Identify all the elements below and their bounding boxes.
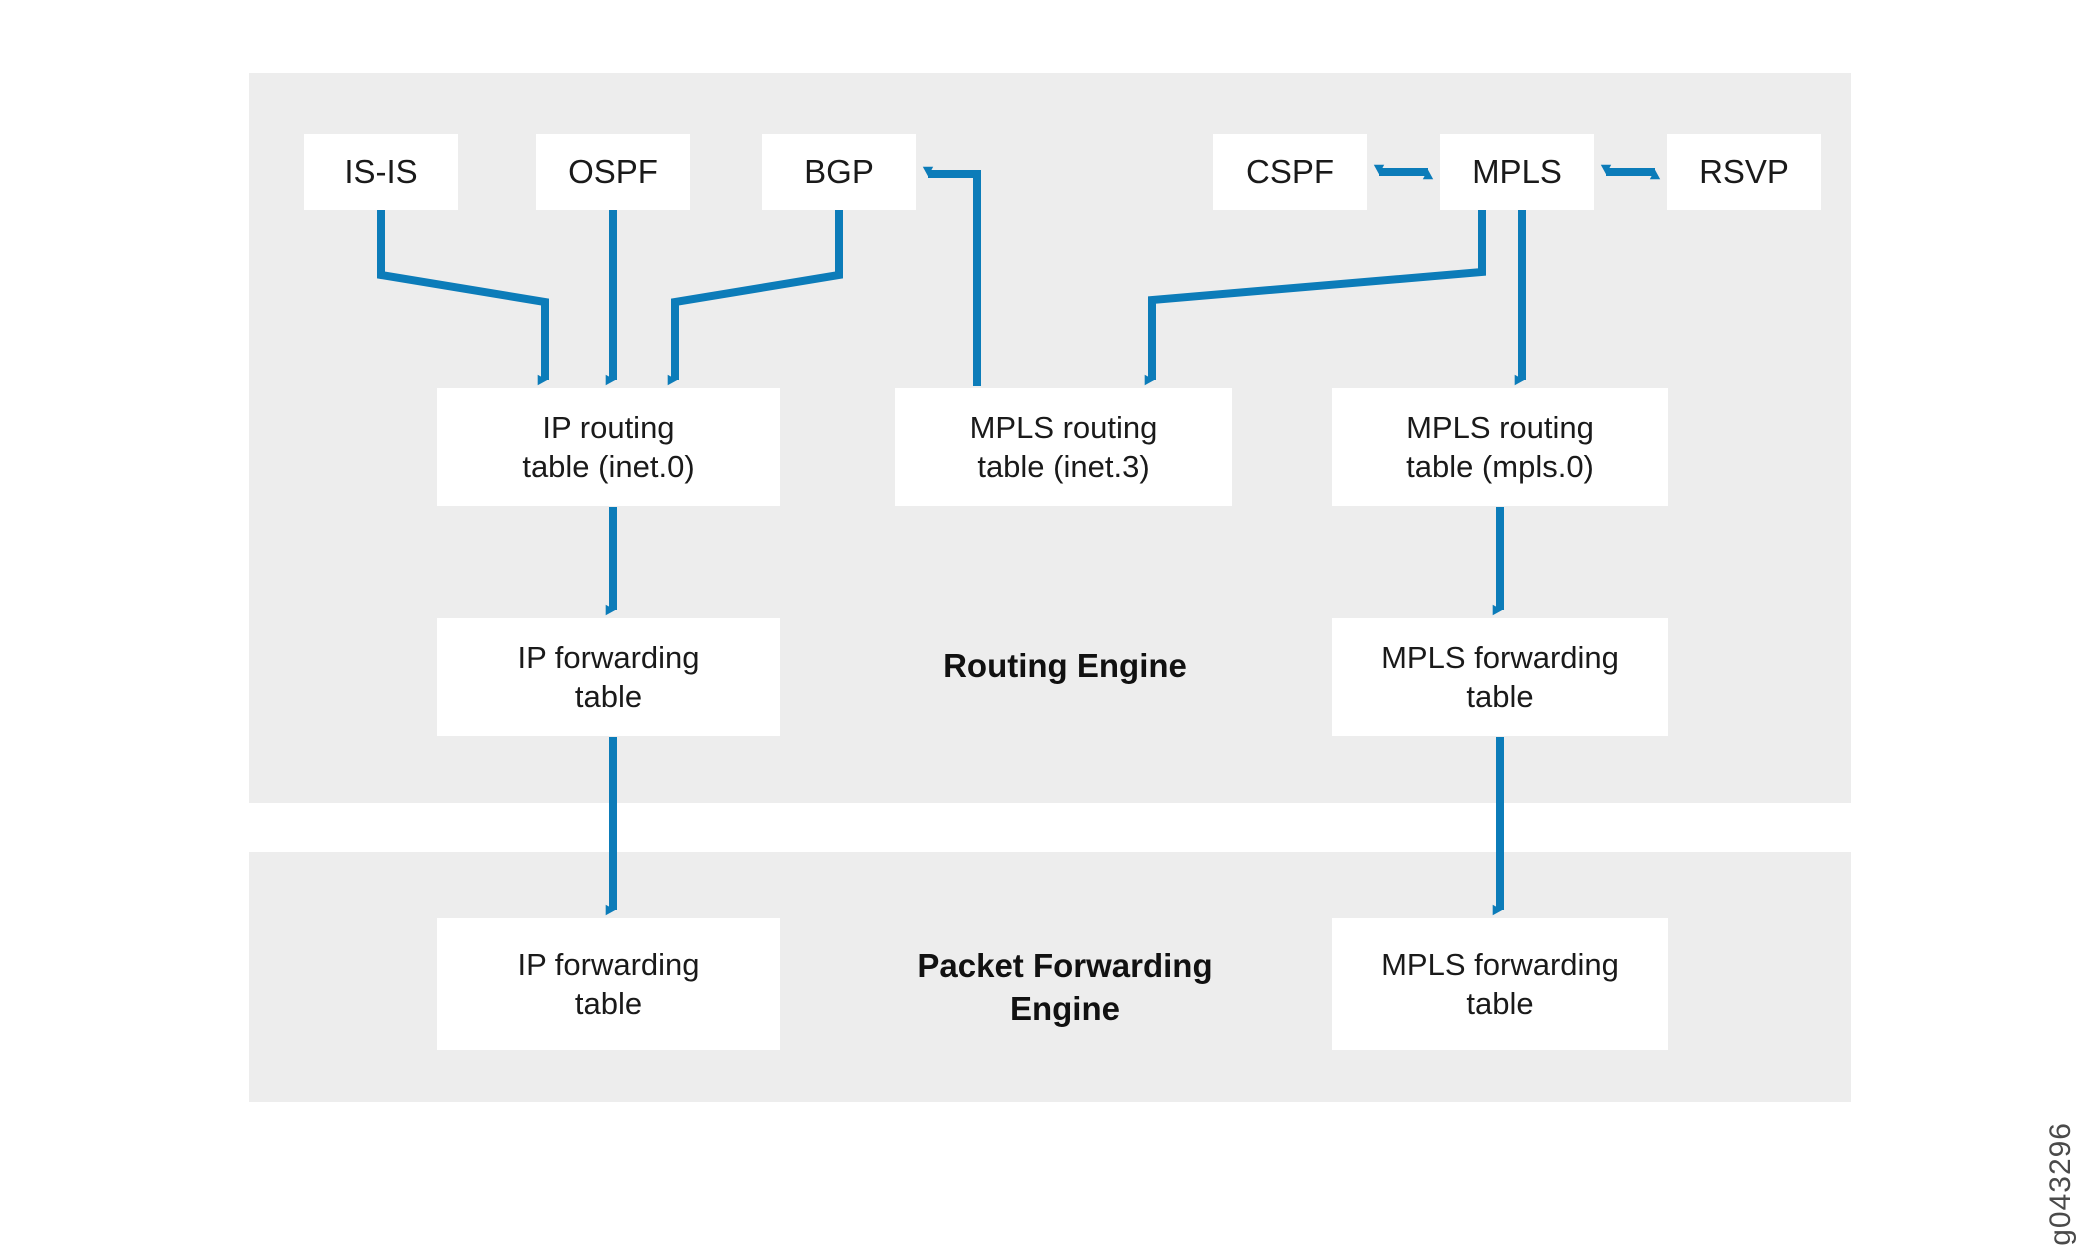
node-isis-label: IS-IS bbox=[344, 153, 418, 191]
routing-engine-label: Routing Engine bbox=[880, 645, 1250, 688]
node-isis[interactable]: IS-IS bbox=[304, 134, 458, 210]
node-rsvp[interactable]: RSVP bbox=[1667, 134, 1821, 210]
node-bgp-label: BGP bbox=[804, 153, 874, 191]
node-mpls-fwd-re-line1: MPLS forwarding bbox=[1381, 639, 1619, 675]
pfe-label-line2: Engine bbox=[1009, 989, 1120, 1027]
node-mpls-fwd-re-text: MPLS forwarding table bbox=[1381, 638, 1619, 716]
node-ip-forwarding-table-pfe[interactable]: IP forwarding table bbox=[437, 918, 780, 1050]
node-ospf-label: OSPF bbox=[568, 153, 658, 191]
node-mpls-routing-table-mpls0[interactable]: MPLS routing table (mpls.0) bbox=[1332, 388, 1668, 506]
connector-inet3-mpls bbox=[1144, 194, 1490, 386]
connector-inet0-isis bbox=[377, 194, 549, 386]
node-inet0-line1: IP routing bbox=[542, 409, 675, 445]
node-mpls-routing-table-inet3[interactable]: MPLS routing table (inet.3) bbox=[895, 388, 1232, 506]
node-mpls-fwd-pfe-line2: table bbox=[1466, 986, 1534, 1021]
figure-id-text: g043296 bbox=[2044, 1122, 2077, 1246]
node-mpls0-line2: table (mpls.0) bbox=[1406, 449, 1594, 484]
node-mpls-forwarding-table-pfe[interactable]: MPLS forwarding table bbox=[1332, 918, 1668, 1050]
node-ip-fwd-re-line2: table bbox=[574, 679, 643, 714]
node-bgp[interactable]: BGP bbox=[762, 134, 916, 210]
pfe-label-line1: Packet Forwarding bbox=[917, 947, 1213, 984]
node-inet0-text: IP routing table (inet.0) bbox=[522, 408, 694, 486]
node-ip-fwd-re-line1: IP forwarding bbox=[517, 639, 700, 675]
node-cspf[interactable]: CSPF bbox=[1213, 134, 1367, 210]
packet-forwarding-engine-label: Packet Forwarding Engine bbox=[862, 945, 1268, 1031]
node-mpls0-line1: MPLS routing bbox=[1406, 409, 1594, 445]
connector-inet0-bgp bbox=[667, 194, 847, 386]
node-ip-fwd-pfe-text: IP forwarding table bbox=[517, 945, 699, 1023]
node-mpls-forwarding-table-re[interactable]: MPLS forwarding table bbox=[1332, 618, 1668, 736]
node-ospf[interactable]: OSPF bbox=[536, 134, 690, 210]
figure-id-label: g043296 bbox=[2044, 1122, 2078, 1246]
node-inet3-line2: table (inet.3) bbox=[977, 449, 1150, 484]
node-rsvp-label: RSVP bbox=[1699, 153, 1789, 191]
diagram-canvas: IS-IS OSPF BGP CSPF MPLS RSVP IP routing… bbox=[0, 0, 2100, 1246]
node-mpls-fwd-re-line2: table bbox=[1466, 679, 1534, 714]
node-mpls0-text: MPLS routing table (mpls.0) bbox=[1406, 408, 1594, 486]
node-mpls-fwd-pfe-line1: MPLS forwarding bbox=[1381, 946, 1619, 982]
connector-inet3-bgp bbox=[922, 166, 981, 386]
node-mpls-fwd-pfe-text: MPLS forwarding table bbox=[1381, 945, 1619, 1023]
node-ip-routing-table-inet0[interactable]: IP routing table (inet.0) bbox=[437, 388, 780, 506]
node-ip-fwd-re-text: IP forwarding table bbox=[517, 638, 699, 716]
node-inet3-line1: MPLS routing bbox=[969, 409, 1158, 445]
node-mpls[interactable]: MPLS bbox=[1440, 134, 1594, 210]
node-ip-fwd-pfe-line2: table bbox=[574, 986, 643, 1021]
node-ip-fwd-pfe-line1: IP forwarding bbox=[517, 946, 700, 982]
node-ip-forwarding-table-re[interactable]: IP forwarding table bbox=[437, 618, 780, 736]
node-cspf-label: CSPF bbox=[1245, 153, 1334, 191]
node-mpls-label: MPLS bbox=[1472, 153, 1562, 191]
node-inet0-line2: table (inet.0) bbox=[522, 449, 695, 484]
node-inet3-text: MPLS routing table (inet.3) bbox=[970, 408, 1158, 486]
routing-engine-label-text: Routing Engine bbox=[943, 647, 1187, 684]
